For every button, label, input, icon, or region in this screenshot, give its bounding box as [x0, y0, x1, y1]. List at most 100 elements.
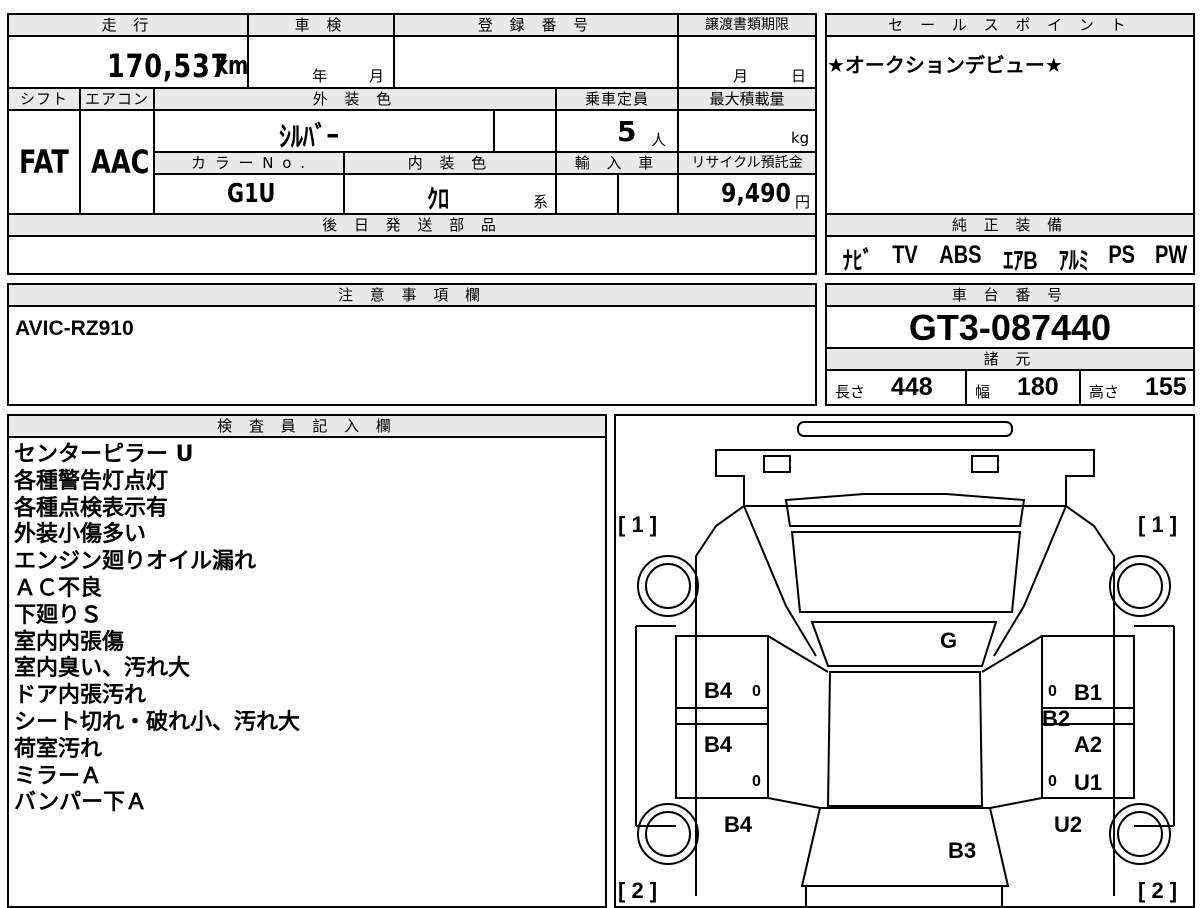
- car-diagram: [ 1 ] [ 1 ] [ 2 ] [ 2 ] G B4 B4 B4 B1 B2…: [618, 421, 1177, 906]
- inspector-line: シート切れ・破れ小、汚れ大: [14, 709, 301, 735]
- interior-suffix: 系: [533, 193, 549, 211]
- mark-g: G: [940, 628, 957, 653]
- tire-label-left-front: [ 2 ]: [618, 878, 657, 903]
- equipment-item: PW: [1154, 241, 1187, 269]
- inspector-line: 各種点検表示有: [14, 495, 169, 521]
- equipment-item: ﾅﾋﾞ: [842, 247, 873, 275]
- equipment-item: PS: [1108, 241, 1135, 269]
- equipment-header: 純 正 装 備: [827, 213, 1193, 237]
- mark-b2: B2: [1042, 706, 1070, 731]
- inspector-line: バンパー下Ａ: [14, 790, 148, 816]
- mark-u1: U1: [1074, 770, 1102, 795]
- mark-b4-rear-left: B4: [704, 678, 733, 703]
- equipment-item: ｱﾙﾐ: [1058, 247, 1089, 275]
- width-label: 幅: [975, 383, 991, 401]
- import-header: 輸 入 車: [557, 153, 677, 173]
- capacity-unit: 人: [651, 131, 667, 149]
- mark-u2: U2: [1054, 812, 1082, 837]
- height-value: 155: [1145, 373, 1187, 401]
- mileage-value: 170,537: [107, 47, 230, 85]
- hood: [800, 807, 1010, 887]
- equipment-list: ﾅﾋﾞ TV ABS ｴｱB ｱﾙﾐ PS PW: [839, 241, 1191, 277]
- length-label: 長さ: [835, 383, 866, 401]
- body-outline: [695, 505, 1115, 896]
- shaken-header: 車 検: [249, 15, 393, 35]
- small-zero: 0: [1048, 683, 1057, 700]
- small-zero: 0: [1048, 773, 1057, 790]
- notes-box: 注 意 事 項 欄 AVIC-RZ910: [7, 283, 817, 406]
- length-value: 448: [891, 373, 933, 401]
- shift-header: シフト: [9, 89, 79, 109]
- inspector-line: エンジン廻りオイル漏れ: [14, 549, 257, 575]
- transfer-month: 月: [733, 67, 749, 85]
- sales-point-box: セ ー ル ス ポ イ ン ト ★オークションデビュー★ 純 正 装 備 ﾅﾋﾞ…: [825, 13, 1195, 275]
- exterior-header: 外 装 色: [155, 89, 555, 109]
- inspector-header: 検 査 員 記 入 欄: [9, 416, 605, 438]
- mileage-unit: km: [215, 51, 249, 81]
- notes-text: AVIC-RZ910: [15, 317, 134, 340]
- equipment-item: ｴｱB: [1003, 247, 1038, 275]
- equipment-item: ABS: [938, 241, 982, 269]
- tire-label-right-rear: [ 1 ]: [1138, 512, 1177, 537]
- registration-header: 登 録 番 号: [395, 15, 677, 35]
- tire-label-left-rear: [ 1 ]: [618, 512, 657, 537]
- inspector-line: ＡＣ不良: [14, 575, 103, 601]
- transfer-header: 譲渡書類期限: [679, 15, 815, 35]
- parts-header: 後 日 発 送 部 品: [9, 215, 815, 235]
- capacity-header: 乗車定員: [557, 89, 677, 109]
- car-diagram-box: [ 1 ] [ 1 ] [ 2 ] [ 2 ] G B4 B4 B4 B1 B2…: [614, 414, 1195, 908]
- height-label: 高さ: [1089, 383, 1120, 401]
- mark-b1: B1: [1074, 680, 1102, 705]
- equipment-item: TV: [892, 241, 918, 269]
- load-header: 最大積載量: [679, 89, 815, 109]
- exterior-value: ｼﾙﾊﾞｰ: [279, 120, 339, 153]
- width-value: 180: [1017, 373, 1059, 401]
- inspector-line: 各種警告灯点灯: [14, 468, 169, 494]
- mark-b4-fender-left: B4: [724, 812, 753, 837]
- mileage-value-cell: 170,537 km: [9, 37, 249, 87]
- small-zero: 0: [752, 773, 761, 790]
- mark-b4-front-left: B4: [704, 732, 733, 757]
- interior-header: 内 装 色: [345, 153, 555, 173]
- tire-label-right-front: [ 2 ]: [1138, 878, 1177, 903]
- rear-bumper: [715, 449, 1095, 507]
- notes-header: 注 意 事 項 欄: [9, 285, 815, 307]
- inspector-line: センターピラー U: [14, 442, 194, 467]
- chassis-box: 車 台 番 号 GT3-087440 諸 元 長さ 448 幅 180 高さ 1…: [825, 283, 1195, 406]
- inspector-line: 室内臭い、汚れ大: [14, 656, 191, 682]
- chassis-header: 車 台 番 号: [827, 285, 1193, 307]
- inspector-lines: センターピラー U 各種警告灯点灯 各種点検表示有 外装小傷多い エンジン廻りオ…: [14, 442, 300, 817]
- vehicle-info-box: 走 行 車 検 登 録 番 号 譲渡書類期限 170,537 km 年 月 月 …: [7, 13, 817, 275]
- color-no-header: カ ラ ー N o .: [155, 153, 343, 173]
- inspector-line: 室内内張傷: [14, 629, 125, 655]
- inspector-line: ミラーＡ: [14, 763, 103, 789]
- inspector-line: 下廻りＳ: [14, 602, 103, 628]
- recycle-unit: 円: [795, 193, 811, 211]
- chassis-number: GT3-087440: [908, 307, 1112, 348]
- roof-center: [810, 621, 998, 667]
- ac-header: エアコン: [81, 89, 153, 109]
- rear-window: [784, 493, 1026, 527]
- load-unit: kg: [791, 129, 810, 147]
- spec-header: 諸 元: [827, 347, 1193, 371]
- front-bumper: [805, 886, 1003, 906]
- sales-point-text: ★オークションデビュー★: [827, 53, 1063, 77]
- shaken-year: 年: [312, 67, 328, 85]
- ac-value: AAC: [91, 143, 150, 181]
- inspector-line: 荷室汚れ: [14, 736, 103, 762]
- rear-bumper-bar: [797, 421, 1013, 437]
- recycle-value: 9,490: [721, 179, 791, 209]
- small-zero: 0: [752, 683, 761, 700]
- roof-rear: [790, 531, 1022, 613]
- mark-a2: A2: [1074, 732, 1102, 757]
- transfer-day: 日: [791, 67, 807, 85]
- inspector-line: 外装小傷多い: [14, 522, 147, 548]
- sales-point-header: セ ー ル ス ポ イ ン ト: [827, 15, 1193, 37]
- color-no-value: G1U: [227, 179, 276, 209]
- mileage-header: 走 行: [9, 15, 247, 35]
- inspector-box: 検 査 員 記 入 欄 センターピラー U 各種警告灯点灯 各種点検表示有 外装…: [7, 414, 607, 908]
- recycle-header: リサイクル預託金: [679, 153, 815, 173]
- capacity-value: 5: [617, 115, 637, 148]
- shaken-month: 月: [369, 67, 385, 85]
- inspector-line: ドア内張汚れ: [14, 683, 147, 709]
